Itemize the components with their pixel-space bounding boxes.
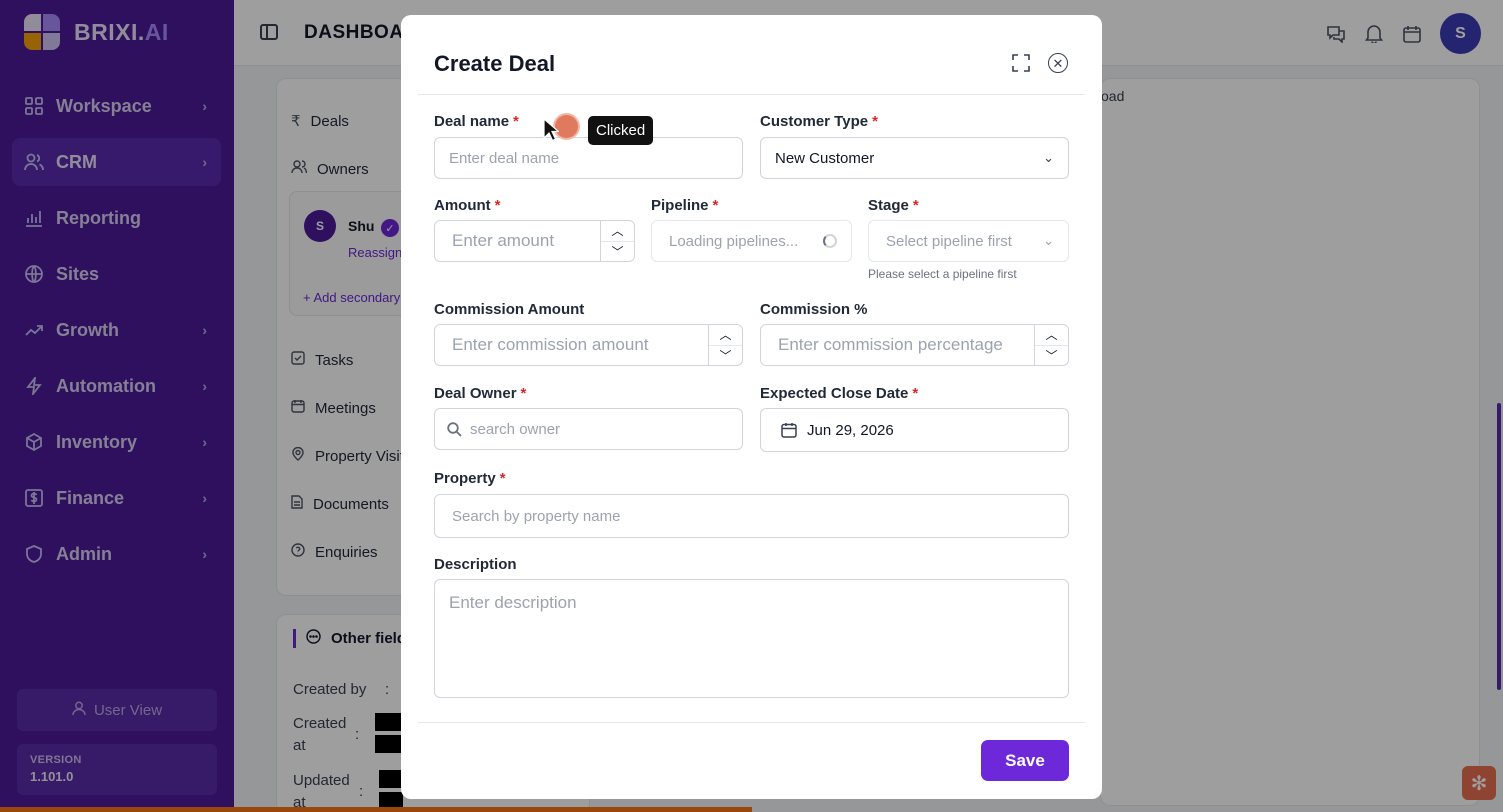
customer-type-select[interactable]: New Customer ⌄ — [760, 137, 1069, 179]
property-search-input[interactable]: Search by property name — [434, 494, 1069, 538]
loading-spinner-icon — [823, 234, 837, 248]
customer-type-label: Customer Type * — [760, 113, 878, 130]
expected-close-label: Expected Close Date * — [760, 385, 919, 402]
chevron-down-icon[interactable]: ﹀ — [601, 242, 634, 262]
deal-name-label: Deal name * — [434, 113, 519, 130]
customer-type-value: New Customer — [775, 149, 875, 167]
stage-help-text: Please select a pipeline first — [868, 267, 1017, 281]
divider — [418, 722, 1085, 723]
commission-percent-stepper[interactable]: ︿ ﹀ — [1034, 325, 1068, 365]
amount-input[interactable]: Enter amount ︿ ﹀ — [434, 220, 635, 262]
property-placeholder: Search by property name — [452, 507, 621, 525]
chevron-down-icon[interactable]: ﹀ — [1035, 346, 1068, 366]
fullscreen-icon[interactable] — [1012, 54, 1030, 72]
commission-amount-input[interactable]: Enter commission amount ︿ ﹀ — [434, 324, 743, 366]
pipeline-select[interactable]: Loading pipelines... — [651, 220, 852, 262]
commission-amount-label: Commission Amount — [434, 301, 585, 318]
stage-placeholder: Select pipeline first — [886, 232, 1012, 250]
chevron-up-icon[interactable]: ︿ — [1035, 325, 1068, 346]
chevron-down-icon: ⌄ — [1043, 233, 1054, 248]
expected-close-date-picker[interactable]: Jun 29, 2026 — [760, 408, 1069, 452]
commission-amount-placeholder: Enter commission amount — [452, 335, 649, 354]
save-button[interactable]: Save — [981, 740, 1069, 781]
commission-percent-label: Commission % — [760, 301, 868, 318]
property-label: Property * — [434, 470, 506, 487]
pipeline-label: Pipeline * — [651, 197, 719, 214]
search-icon — [447, 421, 462, 437]
stage-select[interactable]: Select pipeline first ⌄ — [868, 220, 1069, 262]
amount-label: Amount * — [434, 197, 501, 214]
expected-close-value: Jun 29, 2026 — [807, 421, 894, 439]
calendar-icon — [781, 422, 797, 438]
chevron-up-icon[interactable]: ︿ — [709, 325, 742, 346]
clicked-tooltip: Clicked — [588, 116, 654, 145]
close-icon[interactable]: ✕ — [1048, 53, 1068, 73]
deal-owner-label: Deal Owner * — [434, 385, 527, 402]
pipeline-loading-text: Loading pipelines... — [669, 232, 799, 250]
commission-percent-placeholder: Enter commission percentage — [778, 335, 1003, 354]
divider — [418, 94, 1085, 95]
chevron-up-icon[interactable]: ︿ — [601, 221, 634, 242]
amount-stepper[interactable]: ︿ ﹀ — [600, 221, 634, 261]
chevron-down-icon[interactable]: ﹀ — [709, 346, 742, 366]
modal-title: Create Deal — [434, 51, 556, 76]
deal-owner-search[interactable]: search owner — [434, 408, 743, 450]
deal-owner-placeholder: search owner — [470, 420, 561, 438]
stage-label: Stage * — [868, 197, 919, 214]
chevron-down-icon: ⌄ — [1043, 150, 1054, 165]
amount-placeholder: Enter amount — [452, 231, 555, 250]
create-deal-modal: Create Deal ✕ Deal name * Enter deal name… — [401, 15, 1102, 799]
commission-amount-stepper[interactable]: ︿ ﹀ — [708, 325, 742, 365]
description-label: Description — [434, 556, 517, 573]
description-textarea[interactable]: Enter description — [434, 579, 1069, 698]
commission-percent-input[interactable]: Enter commission percentage ︿ ﹀ — [760, 324, 1069, 366]
description-placeholder: Enter description — [449, 593, 577, 612]
deal-name-placeholder: Enter deal name — [449, 149, 560, 167]
